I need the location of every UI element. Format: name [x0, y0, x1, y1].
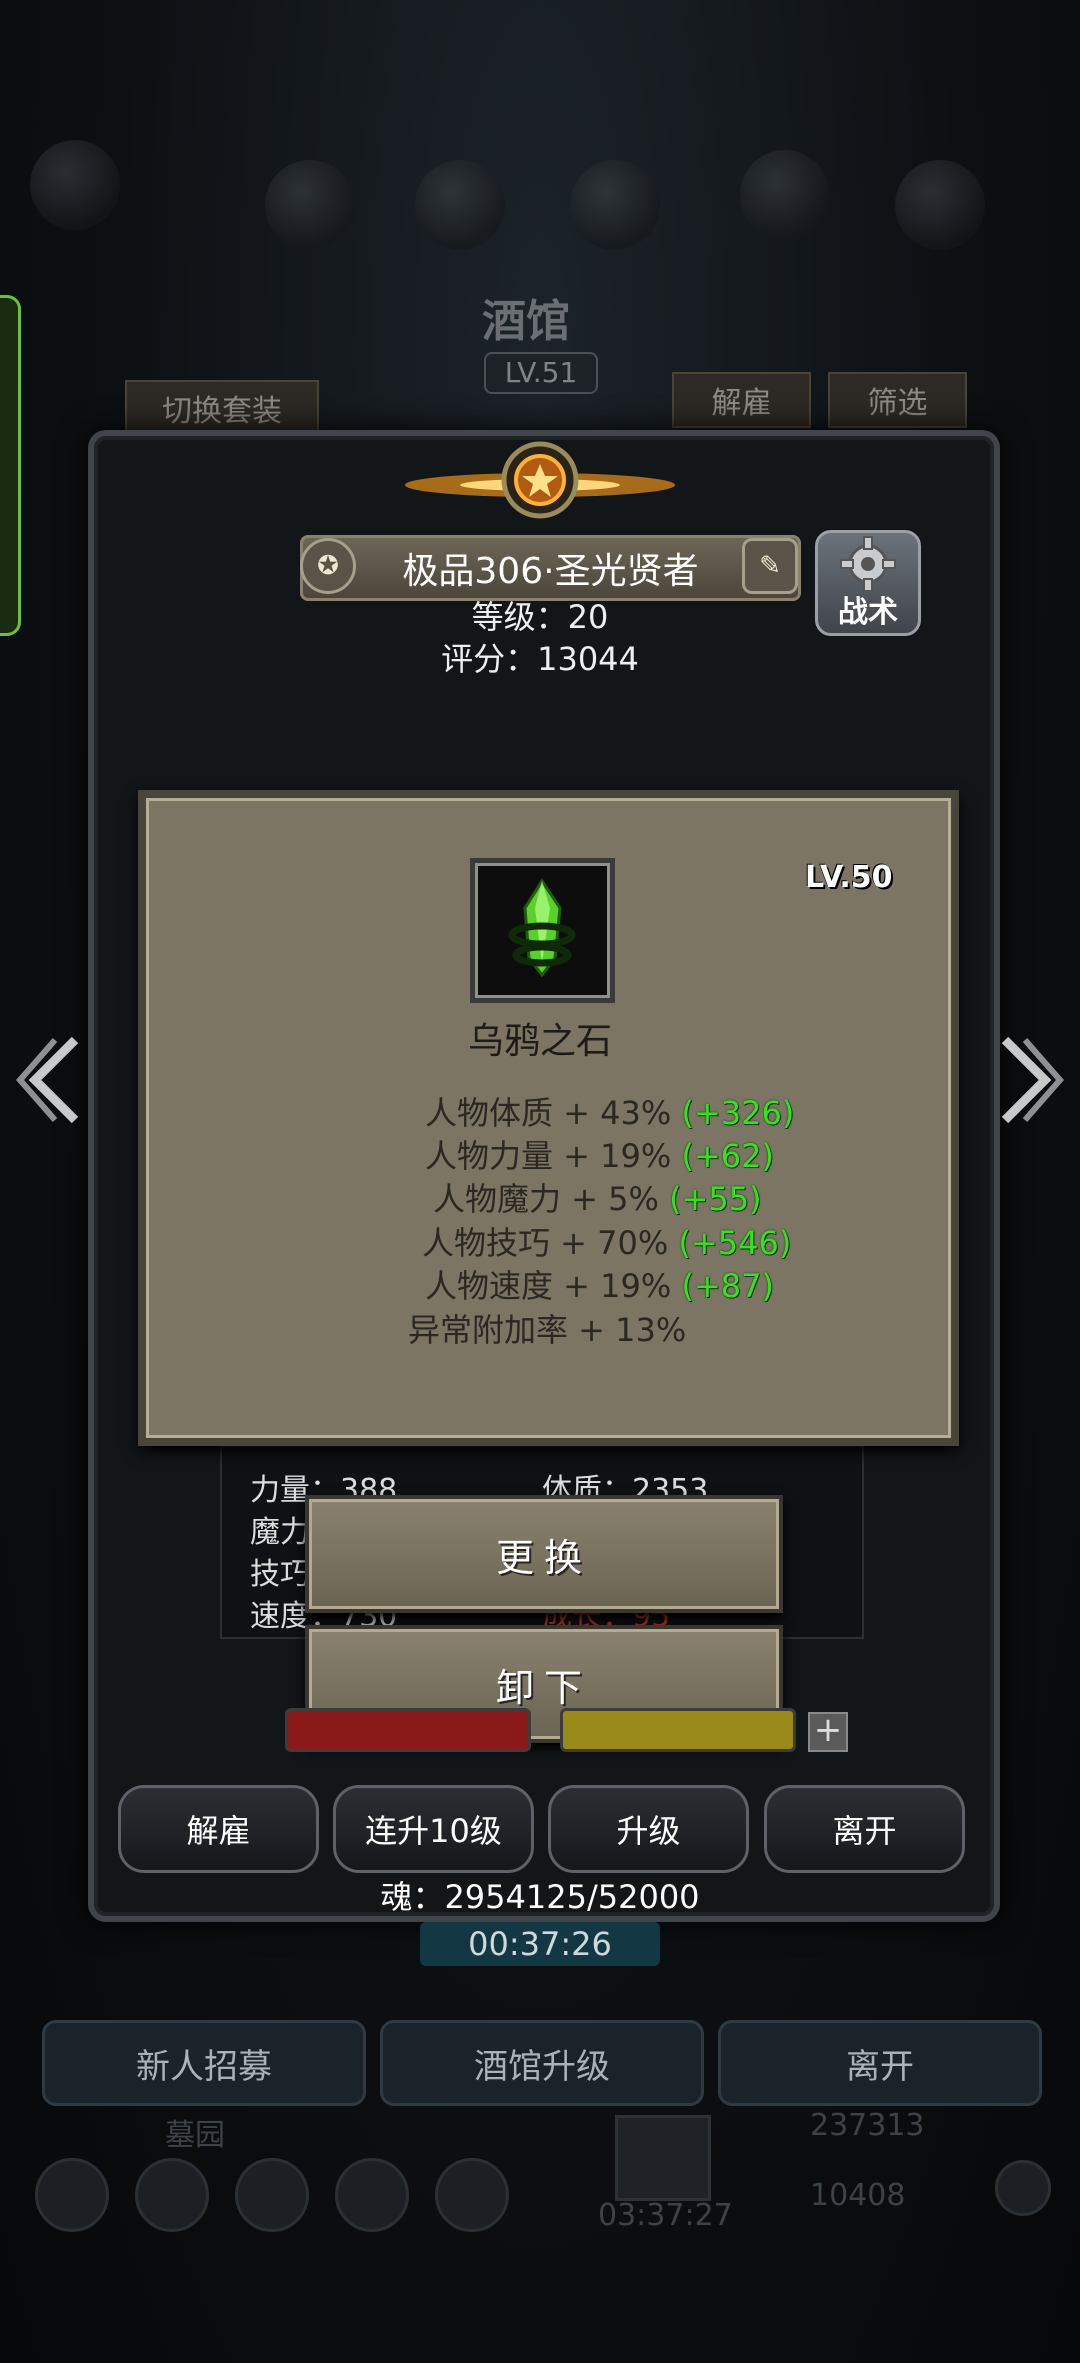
dismiss-hero-button[interactable]: 解雇	[118, 1785, 319, 1873]
item-level: LV.50	[805, 860, 893, 895]
rename-edit-icon[interactable]: ✎	[742, 538, 798, 594]
level-up-button[interactable]: 升级	[548, 1785, 749, 1873]
tavern-upgrade-button[interactable]: 酒馆升级	[380, 2020, 704, 2106]
item-stat-row: 人物魔力 + 5% (+55)	[433, 1174, 762, 1220]
item-stat-row: 人物技巧 + 70% (+546)	[422, 1218, 791, 1264]
bottom-timer: 03:37:27	[598, 2198, 733, 2233]
side-drawer-tab[interactable]	[0, 295, 21, 636]
item-stat-bonus: (+546)	[678, 1224, 792, 1262]
stat-magic: 魔力	[250, 1515, 310, 1550]
gold-amount: 237313	[810, 2108, 925, 2143]
item-stat-row: 人物力量 + 19% (+62)	[425, 1131, 774, 1177]
hero-score: 评分：13044	[441, 640, 639, 678]
item-stat-bonus: (+326)	[681, 1094, 795, 1132]
add-gem-icon	[995, 2160, 1051, 2216]
tavern-title: 酒馆	[482, 296, 570, 347]
gear-icon	[840, 536, 896, 592]
item-stat-row: 异常附加率 + 13%	[408, 1305, 686, 1351]
item-stat-label: 人物魔力 + 5%	[433, 1180, 659, 1218]
tavern-level-badge: LV.51	[484, 352, 598, 394]
item-stat-bonus: (+87)	[681, 1267, 774, 1305]
background-menu-icon	[415, 160, 505, 250]
background-menu-icon	[265, 160, 355, 250]
hero-badge-icon[interactable]: ✪	[300, 538, 356, 594]
bottom-menu-icon	[35, 2158, 109, 2232]
bottom-menu-icon	[135, 2158, 209, 2232]
green-crystal-stone-icon	[508, 878, 576, 978]
graveyard-label: 墓园	[165, 2118, 225, 2153]
hero-name: 极品306·圣光贤者	[402, 551, 699, 592]
stat-skill: 技巧	[250, 1557, 310, 1592]
frame-ornament-icon	[405, 441, 675, 519]
item-stat-label: 异常附加率 + 13%	[408, 1311, 687, 1349]
recruit-timer: 00:37:26	[420, 1922, 660, 1966]
new-recruit-button[interactable]: 新人招募	[42, 2020, 366, 2106]
switch-outfit-button: 切换套装	[125, 380, 319, 436]
item-stat-label: 人物速度 + 19%	[425, 1267, 672, 1305]
leave-button[interactable]: 离开	[764, 1785, 965, 1873]
item-stat-bonus: (+55)	[669, 1180, 762, 1218]
exp-bar	[560, 1708, 796, 1752]
item-stat-row: 人物速度 + 19% (+87)	[425, 1261, 774, 1307]
bottom-menu-icon	[335, 2158, 409, 2232]
background-menu-icon	[570, 160, 660, 250]
hp-bar	[285, 1708, 531, 1752]
item-stat-label: 人物体质 + 43%	[425, 1094, 672, 1132]
level-up-10-button[interactable]: 连升10级	[333, 1785, 534, 1873]
hero-level: 等级：20	[471, 598, 609, 636]
background-menu-icon	[740, 150, 830, 240]
item-stat-label: 人物技巧 + 70%	[422, 1224, 669, 1262]
dismiss-tab: 解雇	[672, 372, 811, 428]
filter-tab: 筛选	[828, 372, 967, 428]
item-name: 乌鸦之石	[467, 1021, 612, 1062]
replace-item-button[interactable]: 更换	[305, 1495, 783, 1613]
background-menu-icon	[30, 140, 120, 230]
item-stat-bonus: (+62)	[681, 1137, 774, 1175]
bottom-menu-icon	[235, 2158, 309, 2232]
bottom-leave-button[interactable]: 离开	[718, 2020, 1042, 2106]
item-icon-frame	[470, 858, 615, 1003]
item-stat-label: 人物力量 + 19%	[425, 1137, 672, 1175]
item-stat-row: 人物体质 + 43% (+326)	[425, 1088, 794, 1134]
bottom-menu-icon	[435, 2158, 509, 2232]
soul-counter: 魂：2954125/52000	[380, 1878, 700, 1916]
gift-box-icon	[615, 2115, 711, 2201]
gem-amount: 10408	[810, 2178, 906, 2213]
add-icon[interactable]: +	[808, 1712, 848, 1752]
background-menu-icon	[895, 160, 985, 250]
